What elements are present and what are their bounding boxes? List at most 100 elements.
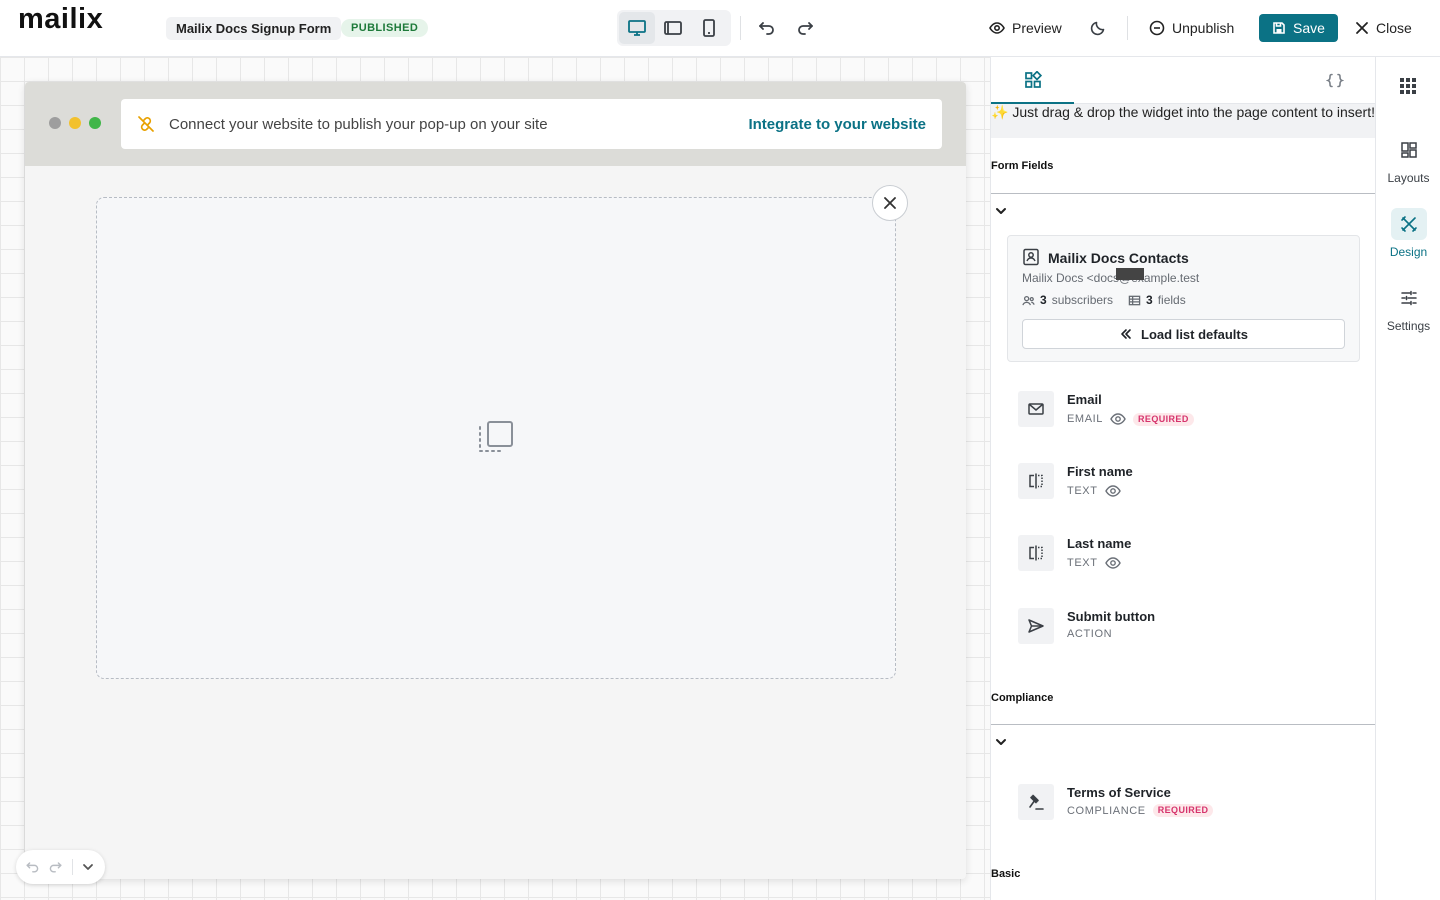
desktop-view-button[interactable] (619, 12, 655, 44)
redo-icon[interactable] (48, 859, 64, 875)
field-name: Terms of Service (1067, 785, 1171, 800)
rail-label: Layouts (1387, 171, 1430, 185)
drag-drop-hint: ✨ Just drag & drop the widget into the p… (991, 104, 1375, 138)
field-widget-last-name[interactable]: Last name TEXT (1018, 533, 1358, 573)
text-field-icon (1018, 463, 1054, 499)
field-type: COMPLIANCE (1067, 804, 1146, 817)
mail-icon (1018, 391, 1054, 427)
app-logo[interactable]: mailix (18, 3, 103, 36)
send-icon (1018, 608, 1054, 644)
design-icon (1390, 208, 1427, 240)
section-title-compliance: Compliance (991, 692, 1054, 704)
close-icon (1355, 21, 1369, 35)
field-meta: EMAIL REQUIRED (1067, 411, 1194, 427)
field-meta: TEXT (1067, 483, 1121, 499)
widgets-panel: ✨ Just drag & drop the widget into the p… (990, 57, 1375, 900)
users-icon (1022, 294, 1035, 307)
subscribers-label: subscribers (1051, 293, 1114, 307)
field-widget-terms-of-service[interactable]: Terms of Service COMPLIANCE REQUIRED (1018, 782, 1358, 822)
section-title-basic: Basic (991, 868, 1021, 880)
unpublish-icon (1149, 20, 1165, 36)
undo-icon (756, 18, 776, 38)
moon-icon (1090, 20, 1106, 36)
contacts-book-icon (1022, 248, 1040, 266)
status-badge: PUBLISHED (341, 19, 429, 37)
chevron-down-icon[interactable] (994, 204, 1008, 218)
editor-canvas[interactable]: Connect your website to publish your pop… (0, 57, 990, 900)
load-list-defaults-button[interactable]: Load list defaults (1022, 319, 1345, 349)
required-badge: REQUIRED (1133, 412, 1194, 426)
rail-item-layouts[interactable]: Layouts (1376, 134, 1440, 196)
dark-mode-toggle[interactable] (1084, 14, 1112, 42)
field-type: TEXT (1067, 557, 1098, 569)
field-type: TEXT (1067, 485, 1098, 497)
layouts-icon (1391, 134, 1427, 166)
apps-grid-icon[interactable] (1397, 75, 1419, 97)
gavel-icon (1018, 784, 1054, 820)
window-dot (49, 117, 61, 129)
fields-label: fields (1157, 293, 1186, 307)
chevron-down-icon[interactable] (994, 735, 1008, 749)
fields-stat: 3 fields (1128, 293, 1186, 307)
field-widget-first-name[interactable]: First name TEXT (1018, 461, 1358, 501)
chevron-down-icon[interactable] (81, 860, 95, 874)
top-bar: mailix Mailix Docs Signup Form PUBLISHED (0, 0, 1440, 57)
rail-item-design[interactable]: Design (1376, 208, 1440, 270)
field-type: EMAIL (1067, 413, 1104, 425)
eye-icon[interactable] (1110, 411, 1126, 427)
tab-widgets[interactable] (991, 57, 1074, 104)
redo-icon (796, 18, 816, 38)
desktop-icon (627, 18, 647, 38)
divider (72, 859, 73, 875)
eye-icon (989, 20, 1005, 36)
list-name: Mailix Docs Contacts (1048, 250, 1189, 266)
undo-icon[interactable] (24, 859, 40, 875)
preview-button[interactable]: Preview (989, 15, 1062, 41)
save-icon (1272, 21, 1286, 35)
divider (740, 16, 741, 40)
field-widget-submit-button[interactable]: Submit button ACTION (1018, 606, 1358, 646)
field-meta: COMPLIANCE REQUIRED (1067, 804, 1214, 817)
save-button[interactable]: Save (1259, 14, 1338, 42)
tablet-view-button[interactable] (655, 12, 691, 44)
popup-close-button[interactable] (872, 185, 908, 221)
braces-icon (1325, 72, 1344, 90)
eye-icon[interactable] (1104, 483, 1121, 499)
field-name: Submit button (1067, 609, 1156, 624)
eye-icon[interactable] (1104, 555, 1121, 571)
empty-placeholder-icon (476, 417, 516, 457)
rail-label: Settings (1386, 319, 1431, 333)
field-name: First name (1067, 464, 1133, 479)
banner-text: Connect your website to publish your pop… (169, 116, 548, 133)
integrate-link[interactable]: Integrate to your website (748, 116, 926, 133)
window-dot (89, 117, 101, 129)
required-badge: REQUIRED (1152, 804, 1214, 817)
unpublish-label: Unpublish (1172, 20, 1235, 36)
rail-label: Design (1389, 245, 1428, 259)
canvas-mini-toolbar (16, 850, 105, 884)
mobile-icon (699, 18, 719, 38)
divider (1127, 16, 1128, 40)
text-field-icon (1018, 535, 1054, 571)
browser-preview: Connect your website to publish your pop… (25, 82, 966, 879)
section-divider (991, 724, 1375, 725)
preview-label: Preview (1012, 20, 1062, 36)
mobile-view-button[interactable] (691, 12, 727, 44)
unpublish-button[interactable]: Unpublish (1149, 15, 1234, 41)
save-label: Save (1293, 20, 1325, 36)
browser-header: Connect your website to publish your pop… (25, 82, 966, 166)
form-name[interactable]: Mailix Docs Signup Form (166, 17, 342, 40)
load-defaults-label: Load list defaults (1141, 326, 1248, 342)
undo-button[interactable] (752, 14, 780, 42)
section-divider (991, 193, 1375, 194)
section-title-form-fields: Form Fields (991, 160, 1054, 172)
field-widget-email[interactable]: Email EMAIL REQUIRED (1018, 389, 1358, 429)
tab-code[interactable] (1293, 57, 1375, 104)
chevrons-left-icon (1119, 327, 1133, 341)
close-button[interactable]: Close (1355, 15, 1412, 41)
window-dot (69, 117, 81, 129)
connect-banner: Connect your website to publish your pop… (121, 99, 942, 149)
redo-button[interactable] (792, 14, 820, 42)
rail-item-settings[interactable]: Settings (1376, 282, 1440, 344)
right-rail: Layouts Design Settings (1375, 57, 1440, 900)
